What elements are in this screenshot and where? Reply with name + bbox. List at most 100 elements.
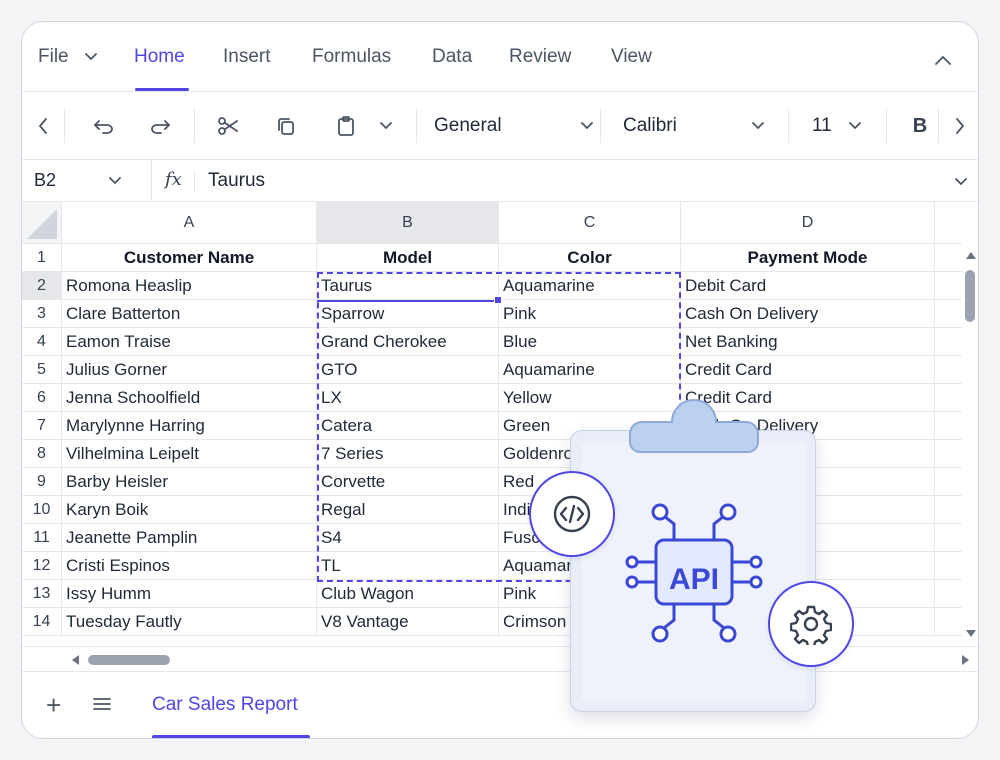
cell-a13[interactable]: Issy Humm [62, 580, 317, 608]
row-header-6[interactable]: 6 [22, 384, 62, 412]
row-header-3[interactable]: 3 [22, 300, 62, 328]
row-header-2[interactable]: 2 [22, 272, 62, 300]
cell-c10[interactable]: Indigo [499, 496, 681, 524]
cell-c2[interactable]: Aquamarine [499, 272, 681, 300]
tab-data[interactable]: Data [432, 46, 472, 68]
expand-formula-bar-button[interactable] [954, 174, 968, 192]
cell-d5[interactable]: Credit Card [681, 356, 935, 384]
cell-a2[interactable]: Romona Heaslip [62, 272, 317, 300]
cell-a6[interactable]: Jenna Schoolfield [62, 384, 317, 412]
cell-a14[interactable]: Tuesday Fautly [62, 608, 317, 636]
horizontal-scrollbar[interactable] [22, 646, 978, 672]
sheet-tab-car-sales-report[interactable]: Car Sales Report [152, 694, 298, 716]
tab-view[interactable]: View [611, 46, 652, 68]
cell-b1[interactable]: Model [317, 244, 499, 272]
cell-e4[interactable] [935, 328, 962, 356]
toolbar-scroll-left-button[interactable] [30, 92, 56, 160]
cell-d1[interactable]: Payment Mode [681, 244, 935, 272]
vertical-scrollbar[interactable] [962, 202, 978, 640]
formula-input[interactable]: Taurus [208, 170, 265, 192]
cell-e3[interactable] [935, 300, 962, 328]
cell-d6[interactable]: Credit Card [681, 384, 935, 412]
cell-c12[interactable]: Aquamarine [499, 552, 681, 580]
scroll-left-arrow-icon[interactable] [72, 655, 79, 665]
name-box[interactable]: B2 [34, 170, 122, 191]
cell-d11[interactable] [681, 524, 935, 552]
number-format-dropdown[interactable]: General [434, 92, 594, 160]
cell-e11[interactable] [935, 524, 962, 552]
row-header-11[interactable]: 11 [22, 524, 62, 552]
cell-b2[interactable]: Taurus [317, 272, 499, 300]
cell-a1[interactable]: Customer Name [62, 244, 317, 272]
cell-d3[interactable]: Cash On Delivery [681, 300, 935, 328]
toolbar-scroll-right-button[interactable] [948, 92, 972, 160]
row-header-8[interactable]: 8 [22, 440, 62, 468]
cell-a10[interactable]: Karyn Boik [62, 496, 317, 524]
scroll-up-arrow-icon[interactable] [966, 252, 976, 259]
cell-d13[interactable] [681, 580, 935, 608]
cell-e7[interactable] [935, 412, 962, 440]
vertical-scroll-thumb[interactable] [965, 270, 975, 322]
cell-c14[interactable]: Crimson [499, 608, 681, 636]
row-header-7[interactable]: 7 [22, 412, 62, 440]
cell-a3[interactable]: Clare Batterton [62, 300, 317, 328]
row-header-13[interactable]: 13 [22, 580, 62, 608]
cell-e10[interactable] [935, 496, 962, 524]
cell-b14[interactable]: V8 Vantage [317, 608, 499, 636]
horizontal-scroll-thumb[interactable] [88, 655, 170, 665]
cell-e6[interactable] [935, 384, 962, 412]
cell-e13[interactable] [935, 580, 962, 608]
cell-b7[interactable]: Catera [317, 412, 499, 440]
cell-c1[interactable]: Color [499, 244, 681, 272]
cell-b12[interactable]: TL [317, 552, 499, 580]
font-family-dropdown[interactable]: Calibri [623, 92, 765, 160]
cell-d8[interactable] [681, 440, 935, 468]
cell-c9[interactable]: Red [499, 468, 681, 496]
paste-options-dropdown[interactable] [372, 92, 400, 160]
sheet-list-button[interactable] [92, 696, 112, 717]
spreadsheet-grid[interactable]: A B C D 1 Customer Name Model Color Payment … [22, 202, 962, 640]
file-menu[interactable]: File [38, 46, 98, 68]
column-header-c[interactable]: C [499, 202, 681, 244]
function-icon[interactable]: fx [165, 169, 182, 190]
scroll-down-arrow-icon[interactable] [966, 630, 976, 637]
column-header-a[interactable]: A [62, 202, 317, 244]
cell-e12[interactable] [935, 552, 962, 580]
undo-button[interactable] [86, 92, 122, 160]
cell-d14[interactable] [681, 608, 935, 636]
bold-button[interactable]: B [906, 92, 934, 160]
cell-c3[interactable]: Pink [499, 300, 681, 328]
cell-e2[interactable] [935, 272, 962, 300]
select-all-corner[interactable] [22, 202, 62, 244]
column-header-e[interactable] [935, 202, 962, 244]
cell-d9[interactable] [681, 468, 935, 496]
cell-d7[interactable]: Cash On Delivery [681, 412, 935, 440]
tab-insert[interactable]: Insert [223, 46, 271, 68]
row-header-1[interactable]: 1 [22, 244, 62, 272]
font-size-dropdown[interactable]: 11 [812, 92, 862, 160]
cell-e8[interactable] [935, 440, 962, 468]
cell-b10[interactable]: Regal [317, 496, 499, 524]
cell-e14[interactable] [935, 608, 962, 636]
tab-review[interactable]: Review [509, 46, 571, 68]
cell-c4[interactable]: Blue [499, 328, 681, 356]
cell-d2[interactable]: Debit Card [681, 272, 935, 300]
cell-b9[interactable]: Corvette [317, 468, 499, 496]
tab-home[interactable]: Home [134, 46, 185, 68]
cell-b6[interactable]: LX [317, 384, 499, 412]
scroll-right-arrow-icon[interactable] [962, 655, 969, 665]
cell-c7[interactable]: Green [499, 412, 681, 440]
cell-c5[interactable]: Aquamarine [499, 356, 681, 384]
cell-b5[interactable]: GTO [317, 356, 499, 384]
cut-button[interactable] [210, 92, 246, 160]
row-header-9[interactable]: 9 [22, 468, 62, 496]
column-header-b[interactable]: B [317, 202, 499, 244]
cell-b13[interactable]: Club Wagon [317, 580, 499, 608]
cell-e1[interactable] [935, 244, 962, 272]
cell-b4[interactable]: Grand Cherokee [317, 328, 499, 356]
cell-d4[interactable]: Net Banking [681, 328, 935, 356]
cell-b3[interactable]: Sparrow [317, 300, 499, 328]
add-sheet-button[interactable]: + [46, 692, 61, 718]
cell-a12[interactable]: Cristi Espinos [62, 552, 317, 580]
row-header-5[interactable]: 5 [22, 356, 62, 384]
